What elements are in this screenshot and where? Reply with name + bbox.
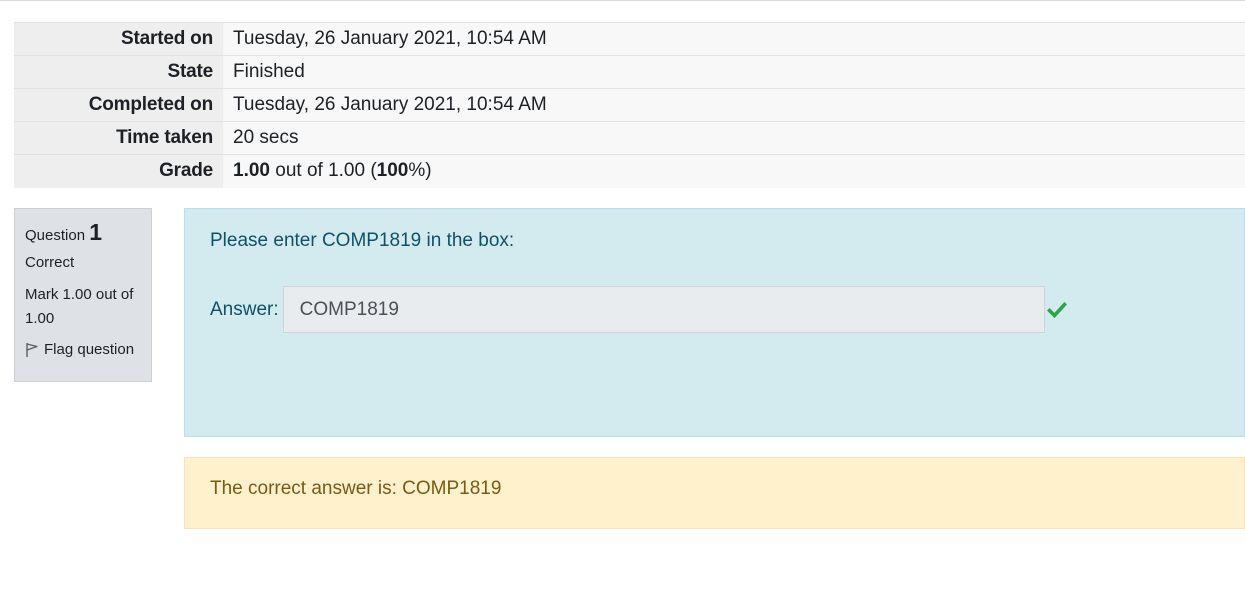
attempt-summary-table: Started on Tuesday, 26 January 2021, 10:… [14, 22, 1245, 188]
flag-question-link[interactable]: Flag question [25, 341, 141, 358]
answer-block: Answer: COMP1819 [210, 286, 1067, 333]
summary-label: Completed on [14, 88, 223, 122]
question-state: Correct [25, 254, 75, 271]
grade-value: 1.00 out of 1.00 (100%) [223, 154, 1245, 188]
answer-label: Answer: [210, 298, 279, 320]
question-grade: Mark 1.00 out of 1.00 [25, 286, 134, 327]
question-outcome: The correct answer is: COMP1819 [184, 457, 1245, 529]
summary-value: 20 secs [223, 121, 1245, 155]
right-answer: The correct answer is: COMP1819 [210, 478, 502, 499]
summary-row-state: State Finished [14, 55, 1245, 89]
answer-input[interactable]: COMP1819 [282, 286, 1045, 333]
summary-row-grade: Grade 1.00 out of 1.00 (100%) [14, 154, 1245, 188]
grade-score: 1.00 [233, 160, 270, 182]
question-number-line: Question 1 [25, 219, 141, 246]
summary-row-time-taken: Time taken 20 secs [14, 121, 1245, 155]
summary-label: Started on [14, 22, 223, 56]
question-formulation: Please enter COMP1819 in the box: Answer… [184, 208, 1245, 437]
summary-row-started: Started on Tuesday, 26 January 2021, 10:… [14, 22, 1245, 56]
summary-label: Time taken [14, 121, 223, 155]
summary-value: Tuesday, 26 January 2021, 10:54 AM [223, 88, 1245, 122]
summary-label: Grade [14, 154, 223, 188]
flag-question-label: Flag question [44, 341, 135, 358]
top-divider [0, 0, 1245, 1]
summary-value: Finished [223, 55, 1245, 89]
grade-percent: 100 [376, 160, 409, 182]
question-number: 1 [89, 219, 103, 245]
grade-mid: out of 1.00 ( [269, 160, 377, 182]
question-prefix: Question [25, 227, 86, 244]
grade-tail: %) [408, 160, 432, 182]
question-info-panel: Question 1 Correct Mark 1.00 out of 1.00… [14, 208, 152, 382]
summary-row-completed: Completed on Tuesday, 26 January 2021, 1… [14, 88, 1245, 122]
question-text: Please enter COMP1819 in the box: [210, 230, 515, 251]
summary-label: State [14, 55, 223, 89]
flag-outline-icon [25, 342, 39, 358]
summary-value: Tuesday, 26 January 2021, 10:54 AM [223, 22, 1245, 56]
check-icon [1046, 301, 1067, 319]
